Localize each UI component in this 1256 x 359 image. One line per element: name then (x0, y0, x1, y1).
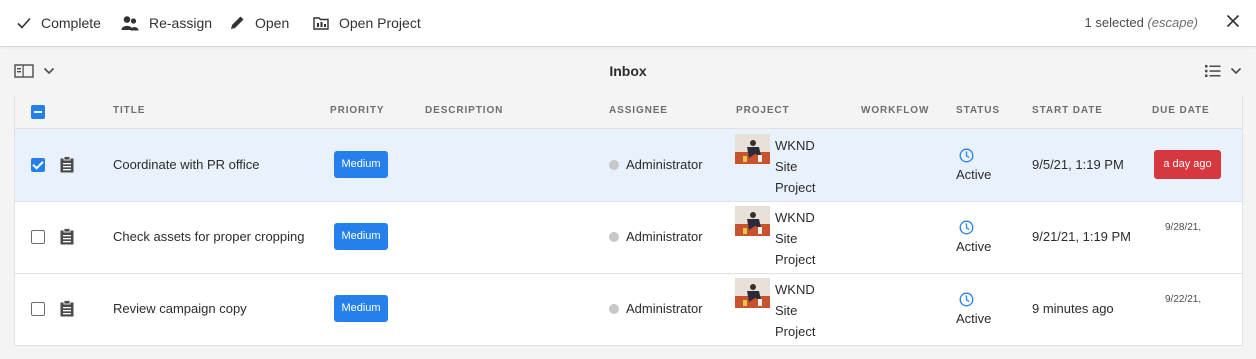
close-selection-button[interactable] (1226, 14, 1240, 33)
project-name[interactable]: WKND Site Project (775, 135, 835, 198)
reassign-button[interactable]: Re-assign (121, 0, 212, 46)
close-icon (1226, 14, 1240, 28)
avatar (609, 303, 619, 314)
title-bar: Inbox (0, 47, 1256, 95)
inbox-table: TITLE PRIORITY DESCRIPTION ASSIGNEE PROJ… (14, 95, 1243, 346)
project-name-line: Project (775, 252, 816, 267)
assignee: Administrator (609, 157, 703, 172)
status-text: Active (956, 311, 992, 326)
project-name-line: Project (775, 324, 816, 339)
assignee-name: Administrator (626, 301, 703, 316)
start-date: 9/5/21, 1:19 PM (1032, 157, 1124, 172)
column-header-priority[interactable]: PRIORITY (330, 105, 384, 116)
selection-info: 1 selected (escape) (1085, 15, 1198, 30)
table-row[interactable]: Coordinate with PR office Medium Adminis… (15, 129, 1242, 202)
project-thumbnail (735, 278, 770, 308)
open-project-button[interactable]: Open Project (313, 0, 421, 46)
task-title[interactable]: Review campaign copy (113, 301, 247, 316)
clock-icon (959, 220, 974, 235)
project-name-line: Site (775, 159, 798, 174)
column-header-start-date[interactable]: START DATE (1032, 105, 1103, 116)
complete-button[interactable]: Complete (17, 0, 101, 46)
clock-icon (959, 292, 974, 307)
selection-count: 1 selected (1084, 15, 1144, 30)
selection-hint: (escape) (1147, 15, 1198, 30)
column-header-project[interactable]: PROJECT (736, 105, 790, 116)
priority-badge: Medium (334, 151, 388, 178)
project-name-line: Site (775, 231, 798, 246)
due-date: 9/22/21, (1165, 294, 1202, 305)
project-name-line: WKND (775, 138, 815, 153)
due-date-overdue-badge: a day ago (1154, 150, 1221, 179)
project-name-line: WKND (775, 210, 815, 225)
table-row[interactable]: Review campaign copy Medium Administrato… (15, 273, 1242, 346)
project-name[interactable]: WKND Site Project (775, 279, 835, 342)
table-header: TITLE PRIORITY DESCRIPTION ASSIGNEE PROJ… (15, 95, 1242, 129)
status-text: Active (956, 167, 992, 182)
clock-icon (959, 148, 974, 163)
assignee: Administrator (609, 229, 703, 244)
status-text: Active (956, 239, 992, 254)
list-view-icon (1205, 65, 1221, 77)
project-thumbnail (735, 206, 770, 236)
project-name[interactable]: WKND Site Project (775, 207, 835, 270)
complete-label: Complete (41, 15, 101, 31)
select-all-checkbox[interactable] (31, 105, 45, 119)
project-name-line: WKND (775, 282, 815, 297)
start-date: 9/21/21, 1:19 PM (1032, 229, 1132, 244)
view-switcher-button[interactable] (1204, 64, 1242, 78)
row-checkbox[interactable] (31, 230, 45, 244)
due-date: 9/28/21, (1165, 222, 1202, 233)
project-icon (313, 17, 329, 30)
column-header-due-date[interactable]: DUE DATE (1152, 105, 1210, 116)
assignee: Administrator (609, 301, 703, 316)
task-title[interactable]: Coordinate with PR office (113, 157, 259, 172)
reassign-label: Re-assign (149, 15, 213, 31)
column-header-description[interactable]: DESCRIPTION (425, 105, 503, 116)
row-checkbox[interactable] (31, 158, 45, 172)
users-icon (121, 16, 139, 31)
open-project-label: Open Project (339, 15, 421, 31)
priority-badge: Medium (334, 223, 388, 250)
avatar (609, 159, 619, 170)
action-bar: Complete Re-assign Open Open Project 1 s… (0, 0, 1256, 47)
open-label: Open (255, 15, 290, 31)
project-thumbnail (735, 134, 770, 164)
avatar (609, 231, 619, 242)
project-name-line: Site (775, 303, 798, 318)
task-clipboard-icon (60, 228, 74, 245)
column-header-title[interactable]: TITLE (113, 105, 145, 116)
task-clipboard-icon (60, 156, 74, 173)
page-title: Inbox (609, 63, 647, 79)
project-name-line: Project (775, 180, 816, 195)
pencil-icon (231, 16, 244, 29)
priority-badge: Medium (334, 295, 388, 322)
checkmark-icon (17, 17, 31, 29)
row-checkbox[interactable] (31, 302, 45, 316)
task-title[interactable]: Check assets for proper cropping (113, 229, 304, 244)
column-header-assignee[interactable]: ASSIGNEE (609, 105, 668, 116)
chevron-down-icon (1230, 67, 1242, 75)
start-date: 9 minutes ago (1032, 301, 1114, 316)
assignee-name: Administrator (626, 229, 703, 244)
column-header-workflow[interactable]: WORKFLOW (861, 105, 929, 116)
table-row[interactable]: Check assets for proper cropping Medium … (15, 201, 1242, 274)
column-header-status[interactable]: STATUS (956, 105, 1000, 116)
task-clipboard-icon (60, 300, 74, 317)
assignee-name: Administrator (626, 157, 703, 172)
open-button[interactable]: Open (229, 0, 289, 46)
